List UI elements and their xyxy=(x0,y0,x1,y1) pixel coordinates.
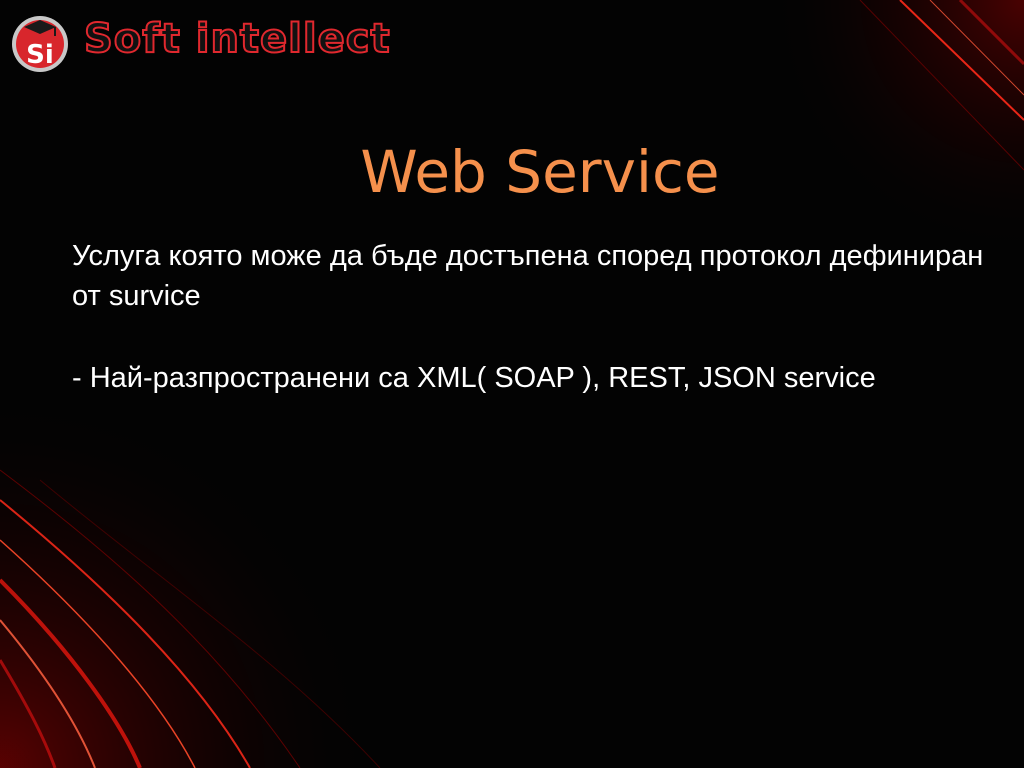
presentation-slide: Si Soft intellect Web Service Услуга коя… xyxy=(0,0,1024,768)
slide-body: Услуга която може да бъде достъпена спор… xyxy=(72,236,992,440)
si-badge-icon: Si xyxy=(12,16,68,72)
soft-intellect-logo: Si Soft intellect xyxy=(8,12,428,74)
badge-text: Si xyxy=(26,40,54,70)
body-paragraph-definition: Услуга която може да бъде достъпена спор… xyxy=(72,240,984,312)
body-paragraph-formats: - Най-разпространени са XML( SOAP ), RES… xyxy=(72,362,876,394)
slide-title: Web Service xyxy=(360,138,720,206)
logo-wordmark: Soft intellect xyxy=(83,15,391,63)
